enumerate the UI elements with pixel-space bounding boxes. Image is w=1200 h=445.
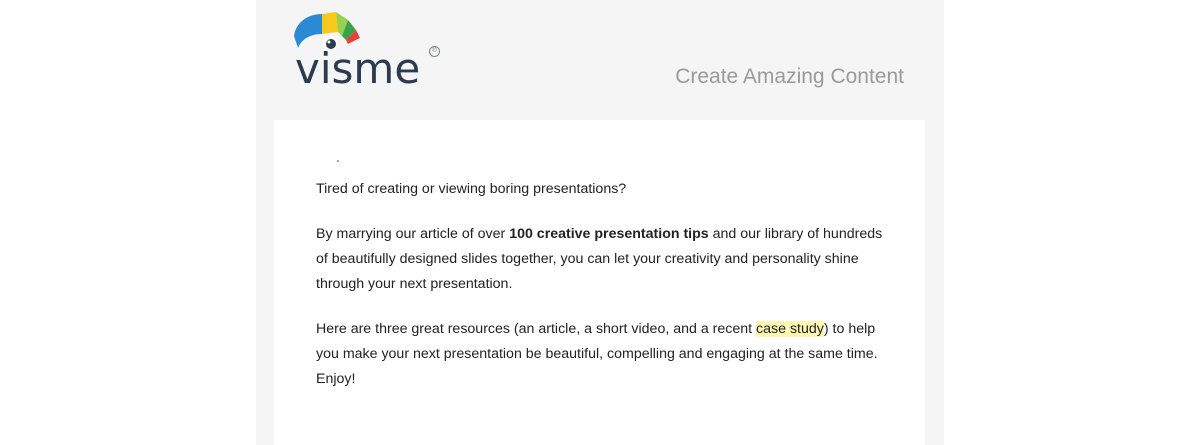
logo-wordmark: visme [295,44,421,93]
registered-mark: ® [429,46,440,57]
case-study-highlight[interactable]: case study [756,321,824,337]
paragraph-tips: By marrying our article of over 100 crea… [316,222,896,297]
stray-dot [337,160,339,162]
paragraph-intro: Tired of creating or viewing boring pres… [316,181,627,197]
header-tagline: Create Amazing Content [675,65,904,88]
email-header: visme ® Create Amazing Content [256,0,944,120]
email-body-card: Tired of creating or viewing boring pres… [274,120,925,445]
paragraph-resources: Here are three great resources (an artic… [316,317,896,392]
paragraph-tips-lead: By marrying our article of over [316,226,510,242]
tips-bold-link[interactable]: 100 creative presentation tips [509,226,709,242]
email-container: visme ® Create Amazing Content Tired of … [256,0,944,445]
paragraph-resources-lead: Here are three great resources (an artic… [316,321,757,337]
visme-logo[interactable]: visme ® [292,8,442,92]
email-body-text: Tired of creating or viewing boring pres… [316,177,896,412]
